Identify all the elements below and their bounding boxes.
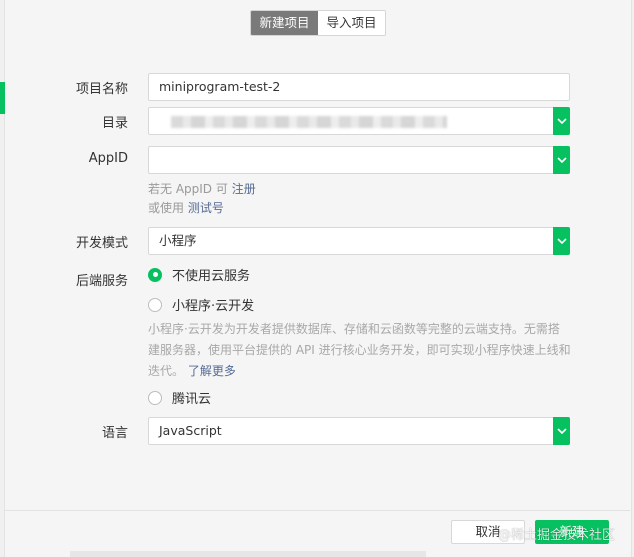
dev-mode-value: 小程序 [159,233,197,248]
test-account-hint: 或使用 测试号 [148,199,224,216]
directory-path-blurred [171,116,447,128]
radio-cloud-dev[interactable]: 小程序·云开发 [148,295,254,314]
description-line: 建服务器，使用平台提供的 API 进行核心业务开发，即可实现小程序快速上线和 [148,343,571,357]
appid-select[interactable] [148,146,570,174]
radio-cloud-dev-label: 小程序·云开发 [172,299,255,314]
create-button[interactable]: 新建 [535,520,609,544]
chevron-down-icon[interactable] [553,417,570,445]
bottom-strip [70,551,426,557]
radio-selected-icon[interactable] [148,267,162,282]
cancel-button[interactable]: 取消 [451,520,525,544]
description-line: 小程序·云开发为开发者提供数据库、存储和云函数等完整的云端支持。无需搭 [148,322,560,336]
learn-more-link[interactable]: 了解更多 [188,364,236,378]
directory-select[interactable] [148,107,570,135]
project-name-input[interactable]: miniprogram-test-2 [148,73,570,101]
tab-import-project[interactable]: 导入项目 [318,11,385,35]
cloud-dev-description: 小程序·云开发为开发者提供数据库、存储和云函数等完整的云端支持。无需搭 建服务器… [148,319,578,382]
project-name-value: miniprogram-test-2 [159,79,281,94]
radio-unselected-icon[interactable] [148,297,162,312]
chevron-down-icon[interactable] [553,107,570,135]
appid-hint: 若无 AppID 可 注册 [148,180,256,197]
appid-hint-text: 若无 AppID 可 [148,182,228,196]
project-mode-tabs: 新建项目 导入项目 [250,10,386,36]
radio-tencent-cloud[interactable]: 腾讯云 [148,388,211,407]
sidebar-active-indicator [0,82,5,114]
chevron-down-icon[interactable] [553,146,570,174]
radio-no-cloud[interactable]: 不使用云服务 [148,265,250,284]
language-select[interactable]: JavaScript [148,417,570,445]
clipped-top-text: ▔▔▔▔ [170,0,196,2]
footer-divider [4,510,630,511]
appid-label: AppID [88,151,128,166]
dev-mode-label: 开发模式 [75,236,128,251]
tab-new-project[interactable]: 新建项目 [251,11,318,35]
project-name-label: 项目名称 [75,82,128,97]
language-label: 语言 [101,426,128,441]
radio-tencent-cloud-label: 腾讯云 [172,392,212,407]
directory-label: 目录 [101,116,128,131]
register-link[interactable]: 注册 [232,182,256,196]
backend-label: 后端服务 [75,274,128,289]
test-account-link[interactable]: 测试号 [188,201,224,215]
language-value: JavaScript [159,423,222,438]
dev-mode-select[interactable]: 小程序 [148,227,570,255]
test-account-hint-text: 或使用 [148,201,185,215]
chevron-down-icon[interactable] [553,227,570,255]
description-line: 迭代。 了解更多 [148,364,236,378]
radio-no-cloud-label: 不使用云服务 [172,269,251,284]
radio-unselected-icon[interactable] [148,390,162,405]
